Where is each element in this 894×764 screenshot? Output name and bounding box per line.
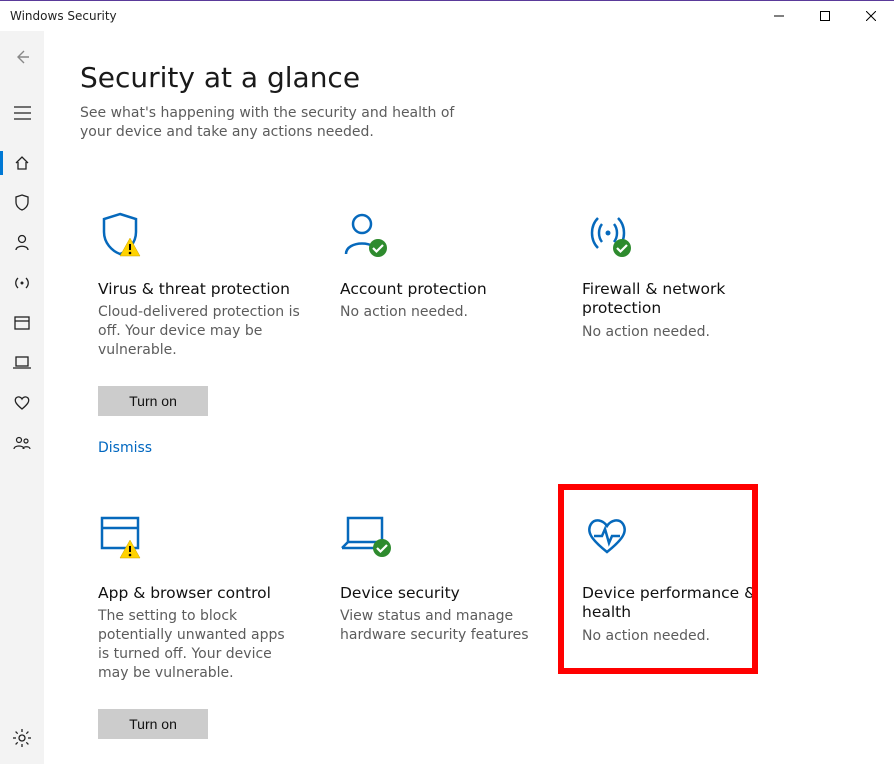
- shield-icon: [13, 193, 31, 213]
- back-arrow-icon: [13, 48, 31, 66]
- gear-icon: [13, 729, 31, 747]
- sidebar-item-virus[interactable]: [0, 183, 44, 223]
- heart-icon: [12, 394, 32, 412]
- menu-icon: [14, 106, 31, 120]
- minimize-button[interactable]: [756, 1, 802, 31]
- sidebar-item-account[interactable]: [0, 223, 44, 263]
- page-subtitle: See what's happening with the security a…: [80, 104, 460, 142]
- home-icon: [13, 154, 31, 172]
- titlebar: Windows Security: [0, 1, 894, 31]
- card-device-security[interactable]: Device security View status and manage h…: [322, 496, 560, 764]
- browser-icon: [13, 315, 31, 331]
- sidebar-item-performance[interactable]: [0, 383, 44, 423]
- turn-on-button[interactable]: Turn on: [98, 709, 208, 739]
- check-badge-icon: [372, 538, 392, 558]
- card-virus-threat[interactable]: Virus & threat protection Cloud-delivere…: [80, 192, 318, 472]
- people-icon: [12, 434, 32, 452]
- page-title: Security at a glance: [80, 61, 894, 94]
- card-app-browser[interactable]: App & browser control The setting to blo…: [80, 496, 318, 764]
- window: Windows Security: [0, 0, 894, 764]
- content-area: Security at a glance See what's happenin…: [44, 31, 894, 764]
- card-desc: Cloud-delivered protection is off. Your …: [98, 303, 300, 360]
- card-title: Virus & threat protection: [98, 280, 300, 299]
- sidebar-item-browser[interactable]: [0, 303, 44, 343]
- card-title: Device security: [340, 584, 542, 603]
- check-badge-icon: [368, 238, 388, 258]
- sidebar-item-device-security[interactable]: [0, 343, 44, 383]
- card-firewall[interactable]: Firewall & network protection No action …: [564, 192, 802, 472]
- card-desc: No action needed.: [340, 303, 542, 322]
- card-account-protection[interactable]: Account protection No action needed.: [322, 192, 560, 472]
- card-desc: No action needed.: [582, 323, 784, 342]
- card-title: Device performance & health: [582, 584, 784, 623]
- card-title: Firewall & network protection: [582, 280, 784, 319]
- settings-button[interactable]: [0, 718, 44, 758]
- laptop-icon: [12, 355, 32, 371]
- page-header: Security at a glance See what's happenin…: [44, 31, 894, 142]
- card-desc: No action needed.: [582, 627, 784, 646]
- wifi-icon: [12, 274, 32, 292]
- sidebar-item-family[interactable]: [0, 423, 44, 463]
- sidebar-item-firewall[interactable]: [0, 263, 44, 303]
- back-button[interactable]: [0, 37, 44, 77]
- turn-on-button[interactable]: Turn on: [98, 386, 208, 416]
- hamburger-button[interactable]: [0, 93, 44, 133]
- cards-grid: Virus & threat protection Cloud-delivere…: [44, 142, 894, 764]
- card-desc: View status and manage hardware security…: [340, 607, 542, 645]
- warning-badge-icon: [118, 236, 142, 258]
- maximize-button[interactable]: [802, 1, 848, 31]
- card-desc: The setting to block potentially unwante…: [98, 607, 300, 683]
- sidebar-item-home[interactable]: [0, 143, 44, 183]
- person-icon: [13, 233, 31, 253]
- close-button[interactable]: [848, 1, 894, 31]
- sidebar: [0, 31, 44, 764]
- card-title: Account protection: [340, 280, 542, 299]
- check-badge-icon: [612, 238, 632, 258]
- dismiss-link[interactable]: Dismiss: [98, 440, 300, 456]
- window-title: Windows Security: [10, 9, 117, 23]
- card-performance-health[interactable]: Device performance & health No action ne…: [564, 496, 802, 764]
- card-title: App & browser control: [98, 584, 300, 603]
- heart-pulse-icon: [582, 514, 632, 558]
- warning-badge-icon: [118, 538, 142, 560]
